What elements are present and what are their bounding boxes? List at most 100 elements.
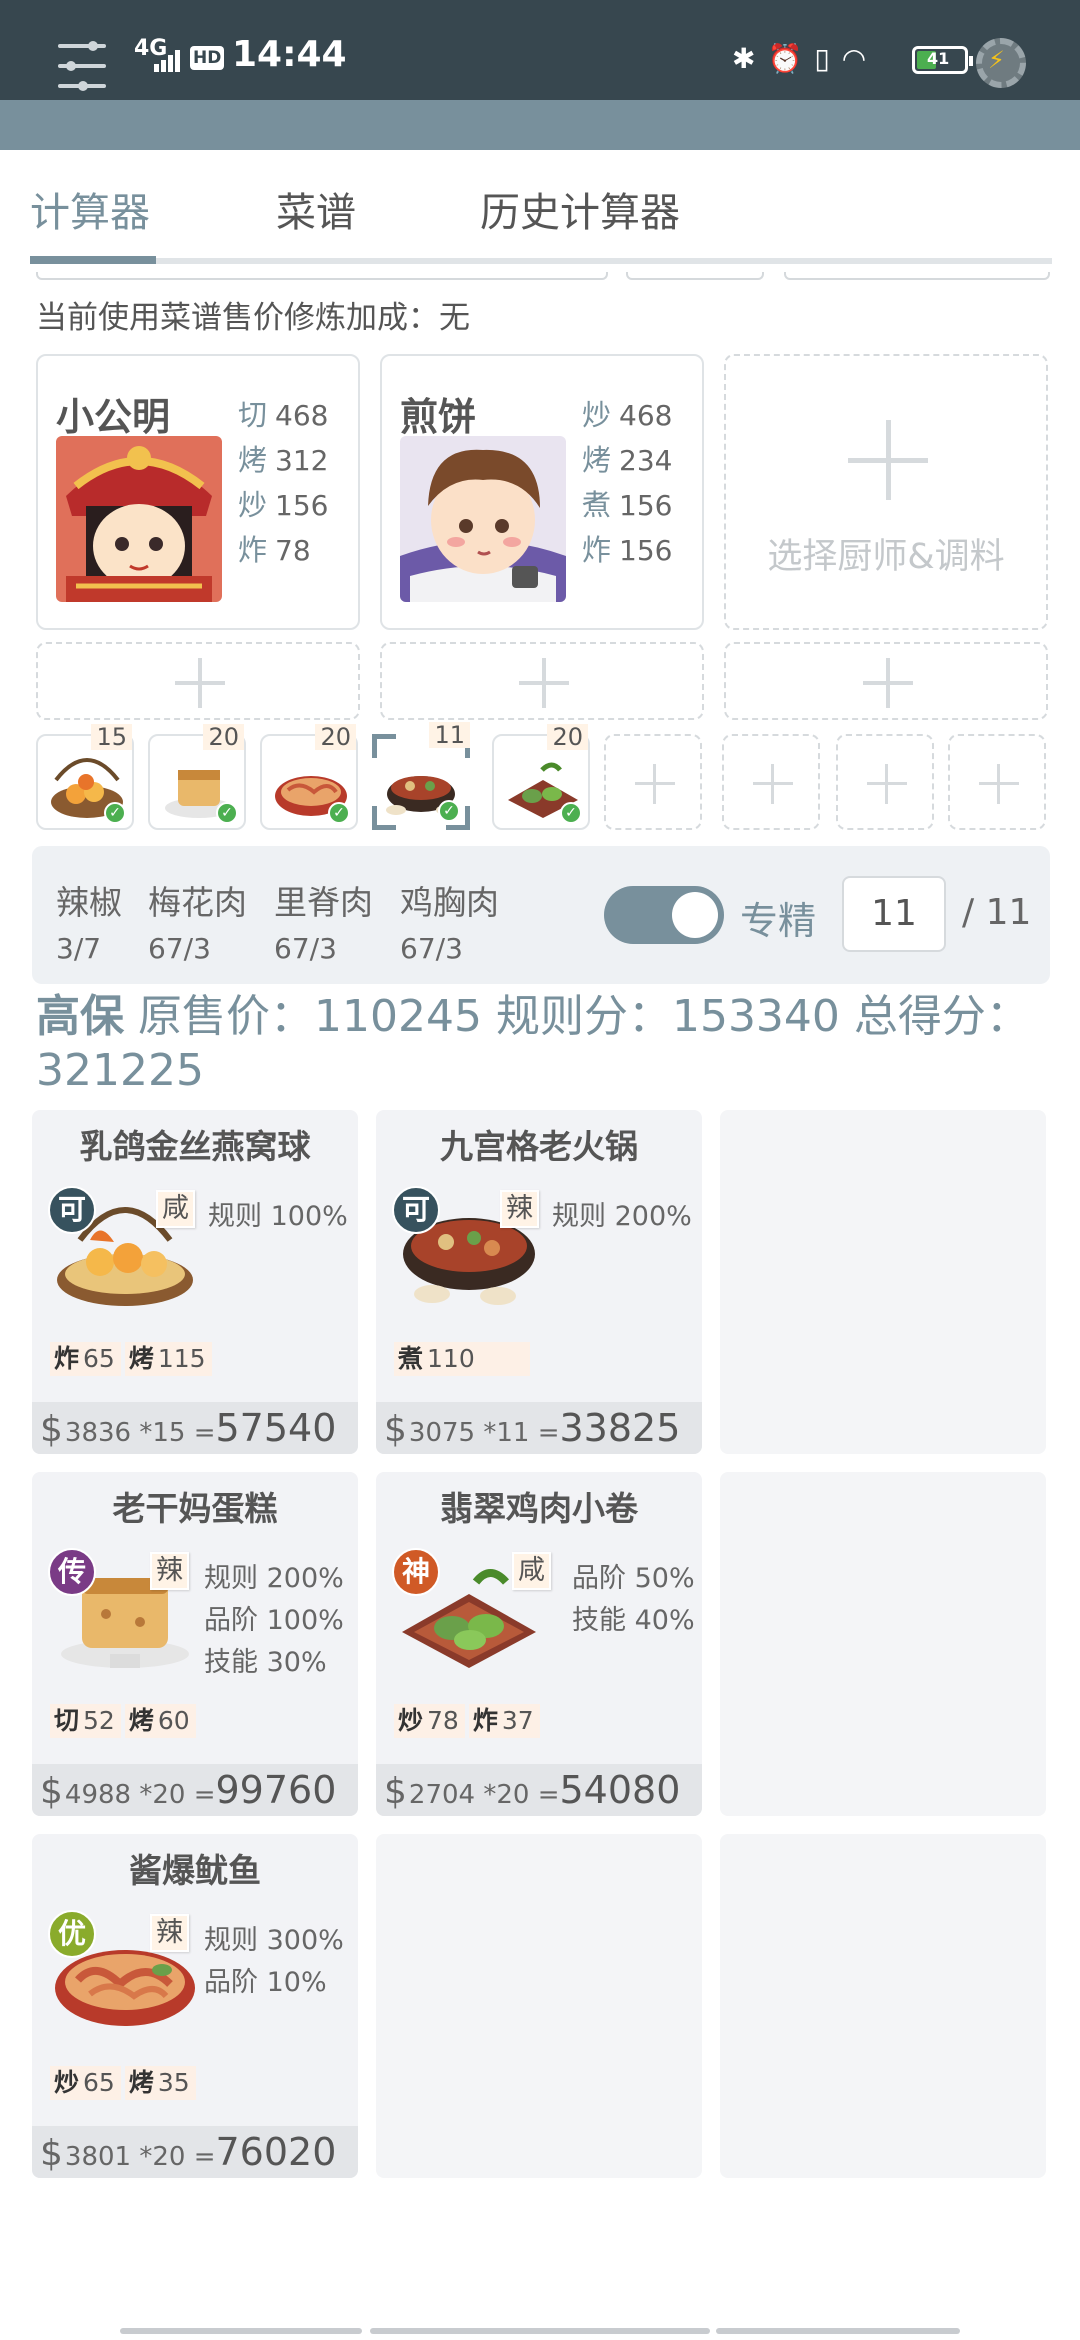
alarm-icon: ⏰ — [767, 41, 803, 75]
skill-list: 炸 65 烤 115 — [50, 1342, 216, 1376]
dish-card[interactable]: 老干妈蛋糕 传 辣 规则 200% 品阶 100% 技能 30% 切 52 烤 60… — [32, 1472, 358, 1816]
specialize-input[interactable]: 11 — [842, 876, 946, 952]
check-icon: ✓ — [438, 800, 460, 822]
wifi-icon: ◠ — [841, 41, 867, 75]
dish-name: 翡翠鸡肉小卷 — [440, 1489, 638, 1528]
hd-badge: HD — [190, 46, 225, 70]
skill-tag: 炒 78 — [394, 1704, 465, 1738]
battery-level: 41 — [927, 49, 950, 68]
dish-slot-empty[interactable] — [722, 734, 820, 830]
dish-slot[interactable]: ✓ 15 — [36, 724, 134, 830]
skill-list: 炒 78 炸 37 — [394, 1704, 544, 1738]
dish-card[interactable]: 翡翠鸡肉小卷 神 咸 品阶 50% 技能 40% 炒 78 炸 37 $2704 *… — [376, 1472, 702, 1816]
price-row: $3801 *20 =76020 — [32, 2126, 358, 2178]
grade-badge: 神 — [392, 1548, 440, 1596]
select-chef-button[interactable]: 选择厨师&调料 — [724, 354, 1048, 630]
settings-sliders-icon[interactable] — [58, 41, 108, 92]
tab-indicator — [30, 256, 156, 264]
plus-icon — [175, 658, 225, 708]
dish-card[interactable]: 乳鸽金丝燕窝球 可 咸 规则 100% 炸 65 烤 115 $3836 *15 =… — [32, 1110, 358, 1454]
flavor-tag: 咸 — [156, 1190, 195, 1228]
app-bar — [0, 100, 1080, 150]
sale-bonus-text: 当前使用菜谱售价修炼加成：无 — [36, 300, 470, 336]
flavor-tag: 辣 — [150, 1552, 189, 1590]
specialize-max: / 11 — [962, 892, 1032, 933]
chef-stat: 炸 78 — [238, 533, 311, 567]
dish-slot-empty[interactable] — [948, 734, 1046, 830]
rule-list: 规则 300% 品阶 10% — [204, 1925, 344, 1998]
dish-slot[interactable]: ✓ 20 — [492, 724, 590, 830]
battery-icon: 41 — [912, 46, 973, 74]
skill-tag: 炒 65 — [50, 2066, 121, 2100]
chef-name: 小公明 — [56, 395, 171, 439]
chef-stat: 炒 468 — [582, 398, 673, 432]
plus-icon — [519, 658, 569, 708]
flavor-tag: 辣 — [150, 1914, 189, 1952]
skill-tag: 煮 110 — [394, 1342, 530, 1376]
dish-card[interactable]: 九宫格老火锅 可 辣 规则 200% 煮 110 $3075 *11 =33825 — [376, 1110, 702, 1454]
collapsed-field — [626, 272, 764, 280]
scroll-indicator[interactable] — [120, 2328, 362, 2334]
dish-card-empty — [376, 1834, 702, 2178]
tab-calculator[interactable]: 计算器 — [30, 180, 150, 238]
grade-badge: 可 — [48, 1186, 96, 1234]
chef-stats: 切 468 烤 312 炒 156 炸 78 — [238, 392, 328, 572]
skill-tag: 炸 37 — [468, 1704, 540, 1738]
chef-stat: 煮 156 — [582, 488, 673, 522]
chef-card[interactable]: 小公明 切 468 烤 312 炒 156 炸 78 — [36, 354, 360, 630]
vibrate-icon: ▯ — [814, 41, 830, 75]
plus-icon — [753, 764, 793, 804]
chef-name: 煎饼 — [400, 395, 477, 439]
chef-stat: 烤 234 — [582, 443, 673, 477]
skill-list: 切 52 烤 60 — [50, 1704, 200, 1738]
plus-icon — [848, 420, 928, 500]
tab-history-calculator[interactable]: 历史计算器 — [480, 180, 680, 238]
dish-slot-empty[interactable] — [836, 734, 934, 830]
plus-icon — [863, 658, 913, 708]
plus-icon — [979, 764, 1019, 804]
grade-badge: 传 — [48, 1548, 96, 1596]
collapsed-field — [36, 272, 608, 280]
collapsed-field — [784, 272, 1050, 280]
skill-tag: 切 52 — [50, 1704, 121, 1738]
summary-chef: 高保 — [36, 991, 124, 1042]
grade-badge: 优 — [48, 1910, 96, 1958]
price-row: $3836 *15 =57540 — [32, 1402, 358, 1454]
chef-portrait — [56, 436, 222, 602]
dish-card-empty — [720, 1110, 1046, 1454]
check-icon: ✓ — [560, 802, 582, 824]
specialize-toggle[interactable] — [604, 886, 724, 944]
scroll-indicator[interactable] — [370, 2328, 710, 2334]
equipment-slot[interactable] — [36, 642, 360, 720]
dish-slot[interactable]: ✓ 20 — [148, 724, 246, 830]
dish-count: 11 — [429, 722, 470, 748]
tab-recipes[interactable]: 菜谱 — [276, 180, 356, 238]
dish-slot-selected[interactable]: ✓ 11 — [372, 722, 470, 830]
dish-slot[interactable]: ✓ 20 — [260, 724, 358, 830]
scroll-indicator[interactable] — [716, 2328, 960, 2334]
chef-portrait — [400, 436, 566, 602]
skill-list: 煮 110 — [394, 1342, 534, 1376]
score-summary: 高保 原售价：110245 规则分：153340 总得分：321225 — [36, 990, 1046, 1098]
dish-count: 15 — [91, 724, 132, 750]
tab-bar: 计算器 菜谱 历史计算器 — [0, 150, 1080, 264]
skill-tag: 烤 35 — [124, 2066, 196, 2100]
skill-tag: 烤 115 — [124, 1342, 212, 1376]
dish-card-empty — [720, 1834, 1046, 2178]
equipment-slot[interactable] — [724, 642, 1048, 720]
flavor-tag: 咸 — [512, 1552, 551, 1590]
summary-scores: 原售价：110245 规则分：153340 总得分：321225 — [36, 991, 1030, 1096]
dish-slot-empty[interactable] — [604, 734, 702, 830]
equipment-slot[interactable] — [380, 642, 704, 720]
dish-name: 老干妈蛋糕 — [112, 1489, 278, 1528]
specialize-label: 专精 — [740, 899, 817, 943]
dish-card-empty — [720, 1472, 1046, 1816]
material-item: 辣椒 3/7 — [56, 883, 122, 965]
check-icon: ✓ — [328, 802, 350, 824]
chef-card[interactable]: 煎饼 炒 468 烤 234 煮 156 炸 156 — [380, 354, 704, 630]
rule-list: 规则 200% — [552, 1201, 692, 1232]
tab-track — [30, 258, 1052, 264]
dish-card[interactable]: 酱爆鱿鱼 优 辣 规则 300% 品阶 10% 炒 65 烤 35 $3801 *2… — [32, 1834, 358, 2178]
chef-stat: 烤 312 — [238, 443, 329, 477]
grade-badge: 可 — [392, 1186, 440, 1234]
